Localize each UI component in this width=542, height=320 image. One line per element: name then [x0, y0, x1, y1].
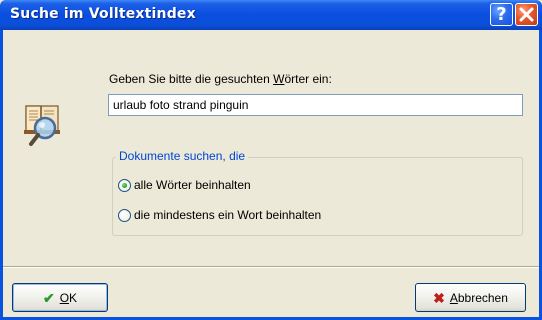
- close-icon: [519, 7, 534, 22]
- radio-all-words[interactable]: alle Wörter beinhalten: [118, 176, 251, 194]
- radio-unchecked-icon[interactable]: [118, 208, 131, 222]
- x-icon: ✖: [433, 289, 445, 306]
- ok-button[interactable]: ✔ OK: [12, 283, 108, 312]
- checkmark-icon: ✔: [42, 289, 55, 306]
- cancel-label: Abbrechen: [449, 290, 508, 305]
- title-bar[interactable]: Suche im Volltextindex ?: [0, 0, 542, 30]
- window-title: Suche im Volltextindex: [10, 6, 196, 22]
- cancel-button[interactable]: ✖ Abbrechen: [415, 283, 526, 312]
- help-button[interactable]: ?: [490, 3, 513, 26]
- ok-label: OK: [59, 290, 78, 305]
- dialog-body: Geben Sie bitte die gesuchten Wörter ein…: [3, 30, 539, 317]
- document-search-groupbox: [112, 157, 523, 236]
- close-button[interactable]: [515, 3, 538, 26]
- help-icon: ?: [496, 4, 507, 25]
- search-input[interactable]: [108, 94, 523, 116]
- search-prompt-label: Geben Sie bitte die gesuchten Wörter ein…: [109, 72, 332, 86]
- separator: [3, 266, 539, 268]
- radio-any-word[interactable]: die mindestens ein Wort beinhalten: [118, 206, 321, 224]
- groupbox-legend: Dokumente suchen, die: [116, 149, 249, 163]
- radio-all-words-label: alle Wörter beinhalten: [134, 178, 251, 192]
- book-search-icon: [24, 105, 60, 146]
- radio-any-word-label: die mindestens ein Wort beinhalten: [134, 208, 322, 222]
- dialog-window: Suche im Volltextindex ? Geben Sie bitte…: [0, 0, 542, 320]
- radio-checked-icon[interactable]: [118, 178, 131, 192]
